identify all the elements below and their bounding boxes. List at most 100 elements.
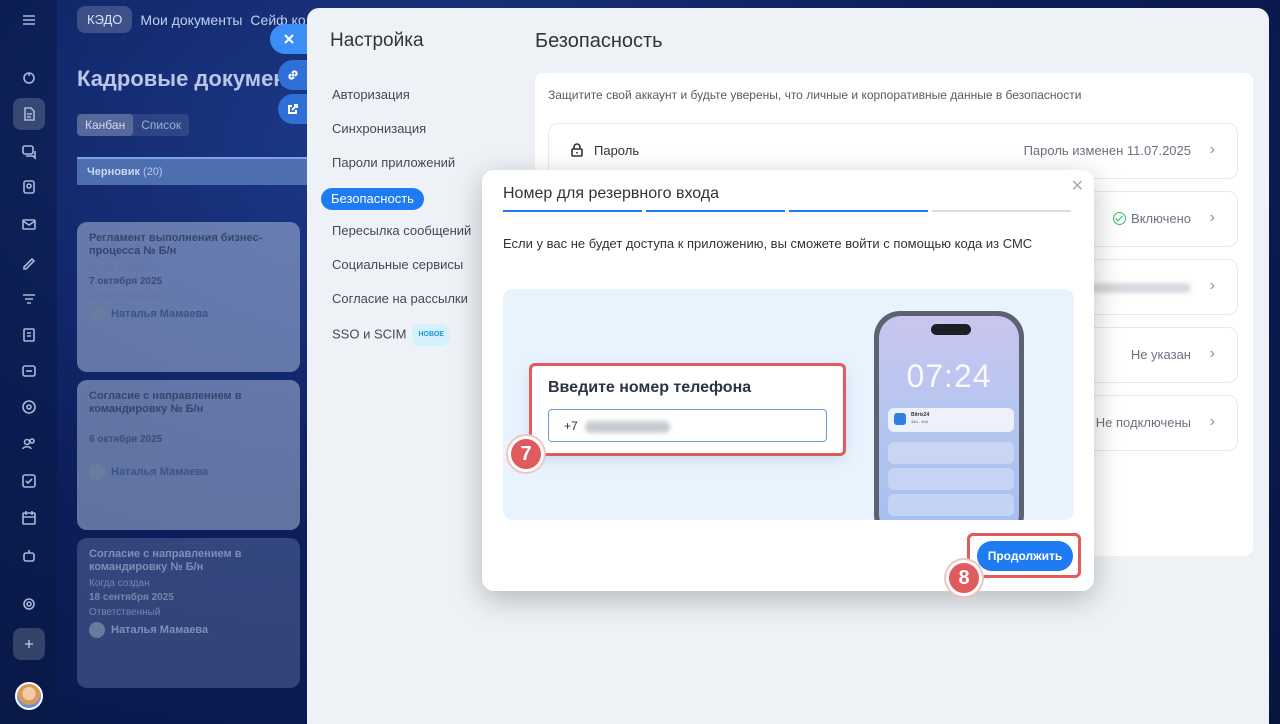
menu-item-social[interactable]: Социальные сервисы [321,248,482,282]
settings-menu: Авторизация Синхронизация Пароли приложе… [321,78,482,350]
filter-icon[interactable] [13,283,45,315]
menu-item-forwarding[interactable]: Пересылка сообщений [321,214,482,248]
step-done [789,210,928,212]
modal-title: Номер для резервного входа [503,185,720,202]
avatar [89,464,105,480]
card-title: Согласие с направлением в командировку №… [89,548,242,573]
menu-item-app-passwords[interactable]: Пароли приложений [321,146,482,180]
tab-my-documents[interactable]: Мои документы [140,12,242,28]
card-person: Наталья Мамаева [89,464,288,480]
document-icon[interactable] [13,98,45,130]
new-badge: НОВОЕ [412,324,450,346]
open-new-window-button[interactable] [278,94,308,124]
kanban-card[interactable]: Согласие с направлением в командировку №… [77,380,300,530]
highlight-frame [529,363,846,456]
card-created-value: 6 октября 2025 [89,434,163,445]
kanban-card[interactable]: Согласие с направлением в командировку №… [77,538,300,688]
sign-icon[interactable] [13,246,45,278]
external-link-icon [288,104,298,114]
docs-icon[interactable] [13,319,45,351]
close-icon[interactable]: ✕ [1071,176,1084,196]
security-description: Защитите свой аккаунт и будьте уверены, … [548,88,1082,102]
phone-placeholder-bar [888,442,1014,464]
card-created-label: Когда создан [89,262,150,273]
card-title: Согласие с направлением в командировку №… [89,390,242,415]
close-panel-button[interactable] [270,24,308,54]
phone-notch [931,324,971,335]
card-icon[interactable] [13,355,45,387]
apps-icon[interactable] [13,628,45,660]
step-marker: 8 [946,560,982,596]
rocket-icon[interactable] [13,62,45,94]
phone-placeholder-bar [888,468,1014,490]
user-avatar[interactable] [15,682,43,710]
copy-link-button[interactable] [278,60,308,90]
menu-item-sync[interactable]: Синхронизация [321,112,482,146]
card-created-value: 7 октября 2025 [89,276,163,287]
step-done [503,210,642,212]
row-value-blurred [1091,279,1191,294]
chat-icon[interactable] [13,135,45,167]
mail-icon[interactable] [13,208,45,240]
step-done [646,210,785,212]
chevron-right-icon: › [1209,277,1215,294]
row-value: Не подключены [1095,415,1191,430]
menu-item-security[interactable]: Безопасность [321,180,482,214]
tasks-icon[interactable] [13,465,45,497]
card-person: Наталья Мамаева [89,622,288,638]
notification-text: 444 - 444 [911,419,928,424]
modal-info: Если у вас не будет доступа к приложению… [503,236,1033,251]
avatar [89,622,105,638]
calendar-icon[interactable] [13,502,45,534]
card-created-label: Когда создан [89,420,150,431]
bot-icon[interactable] [13,540,45,572]
highlight-frame [967,533,1081,578]
settings-title: Настройка [330,30,424,51]
menu-item-consent[interactable]: Согласие на рассылки [321,282,482,316]
step-marker: 7 [508,436,544,472]
view-switcher: Канбан Список [77,114,190,136]
phone-mockup: 07:24 Bitrix24 444 - 444 [874,311,1024,520]
card-title: Регламент выполнения бизнес-процесса № Б… [89,232,263,257]
phone-clock: 07:24 [906,358,992,394]
settings-icon[interactable] [13,588,45,620]
step-progress [503,210,1071,212]
card-responsible-label: Ответственный [89,607,161,618]
app-icon [894,413,906,425]
step-pending [932,210,1071,212]
card-responsible-label: Ответственный [89,291,161,302]
section-title: Безопасность [535,30,663,52]
chevron-right-icon: › [1209,413,1215,430]
blurred-value [1091,282,1191,293]
row-name: Пароль [594,143,640,158]
top-nav: КЭДО Мои документы Сейф ко [77,6,306,33]
notification-app: Bitrix24 [911,412,930,418]
row-value: Пароль изменен 11.07.2025 [1023,143,1191,158]
menu-item-sso[interactable]: SSO и SCIM НОВОЕ [321,316,482,350]
chevron-right-icon: › [1209,141,1215,158]
page-title: Кадровые документ [77,66,298,91]
link-icon [288,70,298,80]
close-icon [284,34,294,44]
chevron-right-icon: › [1209,345,1215,362]
phone-placeholder-bar [888,494,1014,516]
lock-icon [569,142,585,158]
view-kanban[interactable]: Канбан [77,114,134,136]
people-icon[interactable] [13,428,45,460]
target-icon[interactable] [13,391,45,423]
avatar [89,306,105,322]
menu-icon[interactable] [13,4,45,36]
menu-item-authorization[interactable]: Авторизация [321,78,482,112]
card-person: Наталья Мамаева [89,306,288,322]
phone-notification: Bitrix24 444 - 444 [888,408,1014,432]
card-responsible-label: Ответственный [89,449,161,460]
tab-kedo[interactable]: КЭДО [77,6,133,33]
chevron-right-icon: › [1209,209,1215,226]
crm-icon[interactable] [13,171,45,203]
phone-screen: 07:24 Bitrix24 444 - 444 [879,316,1019,520]
kanban-card[interactable]: Регламент выполнения бизнес-процесса № Б… [77,222,300,372]
column-name: Черновик [87,166,140,178]
card-created-label: Когда создан [89,578,150,589]
check-circle-icon [1113,212,1127,225]
view-list[interactable]: Список [133,114,189,136]
